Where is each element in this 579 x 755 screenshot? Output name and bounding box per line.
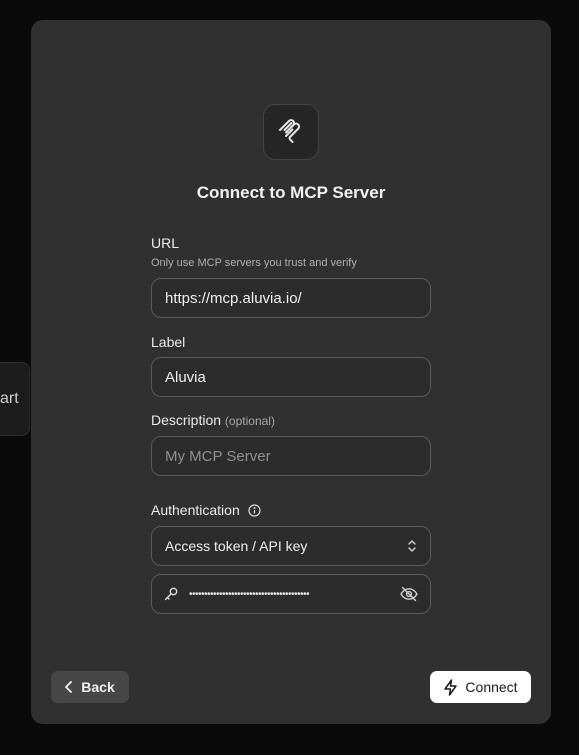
auth-method-select[interactable]: Access token / API key [151,526,431,566]
api-key-field[interactable]: •••••••••••••••••••••••••••••••••••••••• [151,574,431,614]
optional-tag: (optional) [224,414,275,428]
mcp-server-form: URL Only use MCP servers you trust and v… [151,234,431,614]
url-label: URL [151,235,180,251]
connect-mcp-dialog: Connect to MCP Server URL Only use MCP s… [31,20,551,724]
url-field[interactable] [151,278,431,318]
mcp-logo [263,104,319,160]
label-field[interactable] [151,357,431,397]
authentication-label-text: Authentication [151,502,240,518]
chevron-left-icon [65,681,73,693]
mcp-logo-icon [279,119,301,143]
description-label-text: Description [151,412,222,428]
description-label: Description (optional) [151,411,431,430]
authentication-label: Authentication [151,501,431,519]
label-field-label: Label [151,334,186,350]
key-icon [164,587,178,601]
back-button-label: Back [81,679,115,695]
url-hint: Only use MCP servers you trust and verif… [151,257,357,269]
lightning-icon [444,678,458,696]
eye-off-icon[interactable] [399,586,419,602]
connect-button-label: Connect [465,679,518,695]
description-field[interactable] [151,436,431,476]
description-input[interactable] [165,447,417,465]
background-partial-text: art [0,390,19,407]
auth-method-value: Access token / API key [165,538,308,554]
label-input[interactable] [165,368,417,386]
back-button[interactable]: Back [51,671,129,703]
api-key-masked-value[interactable]: •••••••••••••••••••••••••••••••••••••••• [189,589,391,600]
url-input[interactable] [165,289,417,307]
connect-button[interactable]: Connect [430,671,531,703]
chevron-up-down-icon [408,540,416,552]
dialog-title: Connect to MCP Server [196,183,386,202]
info-icon[interactable] [248,504,261,517]
